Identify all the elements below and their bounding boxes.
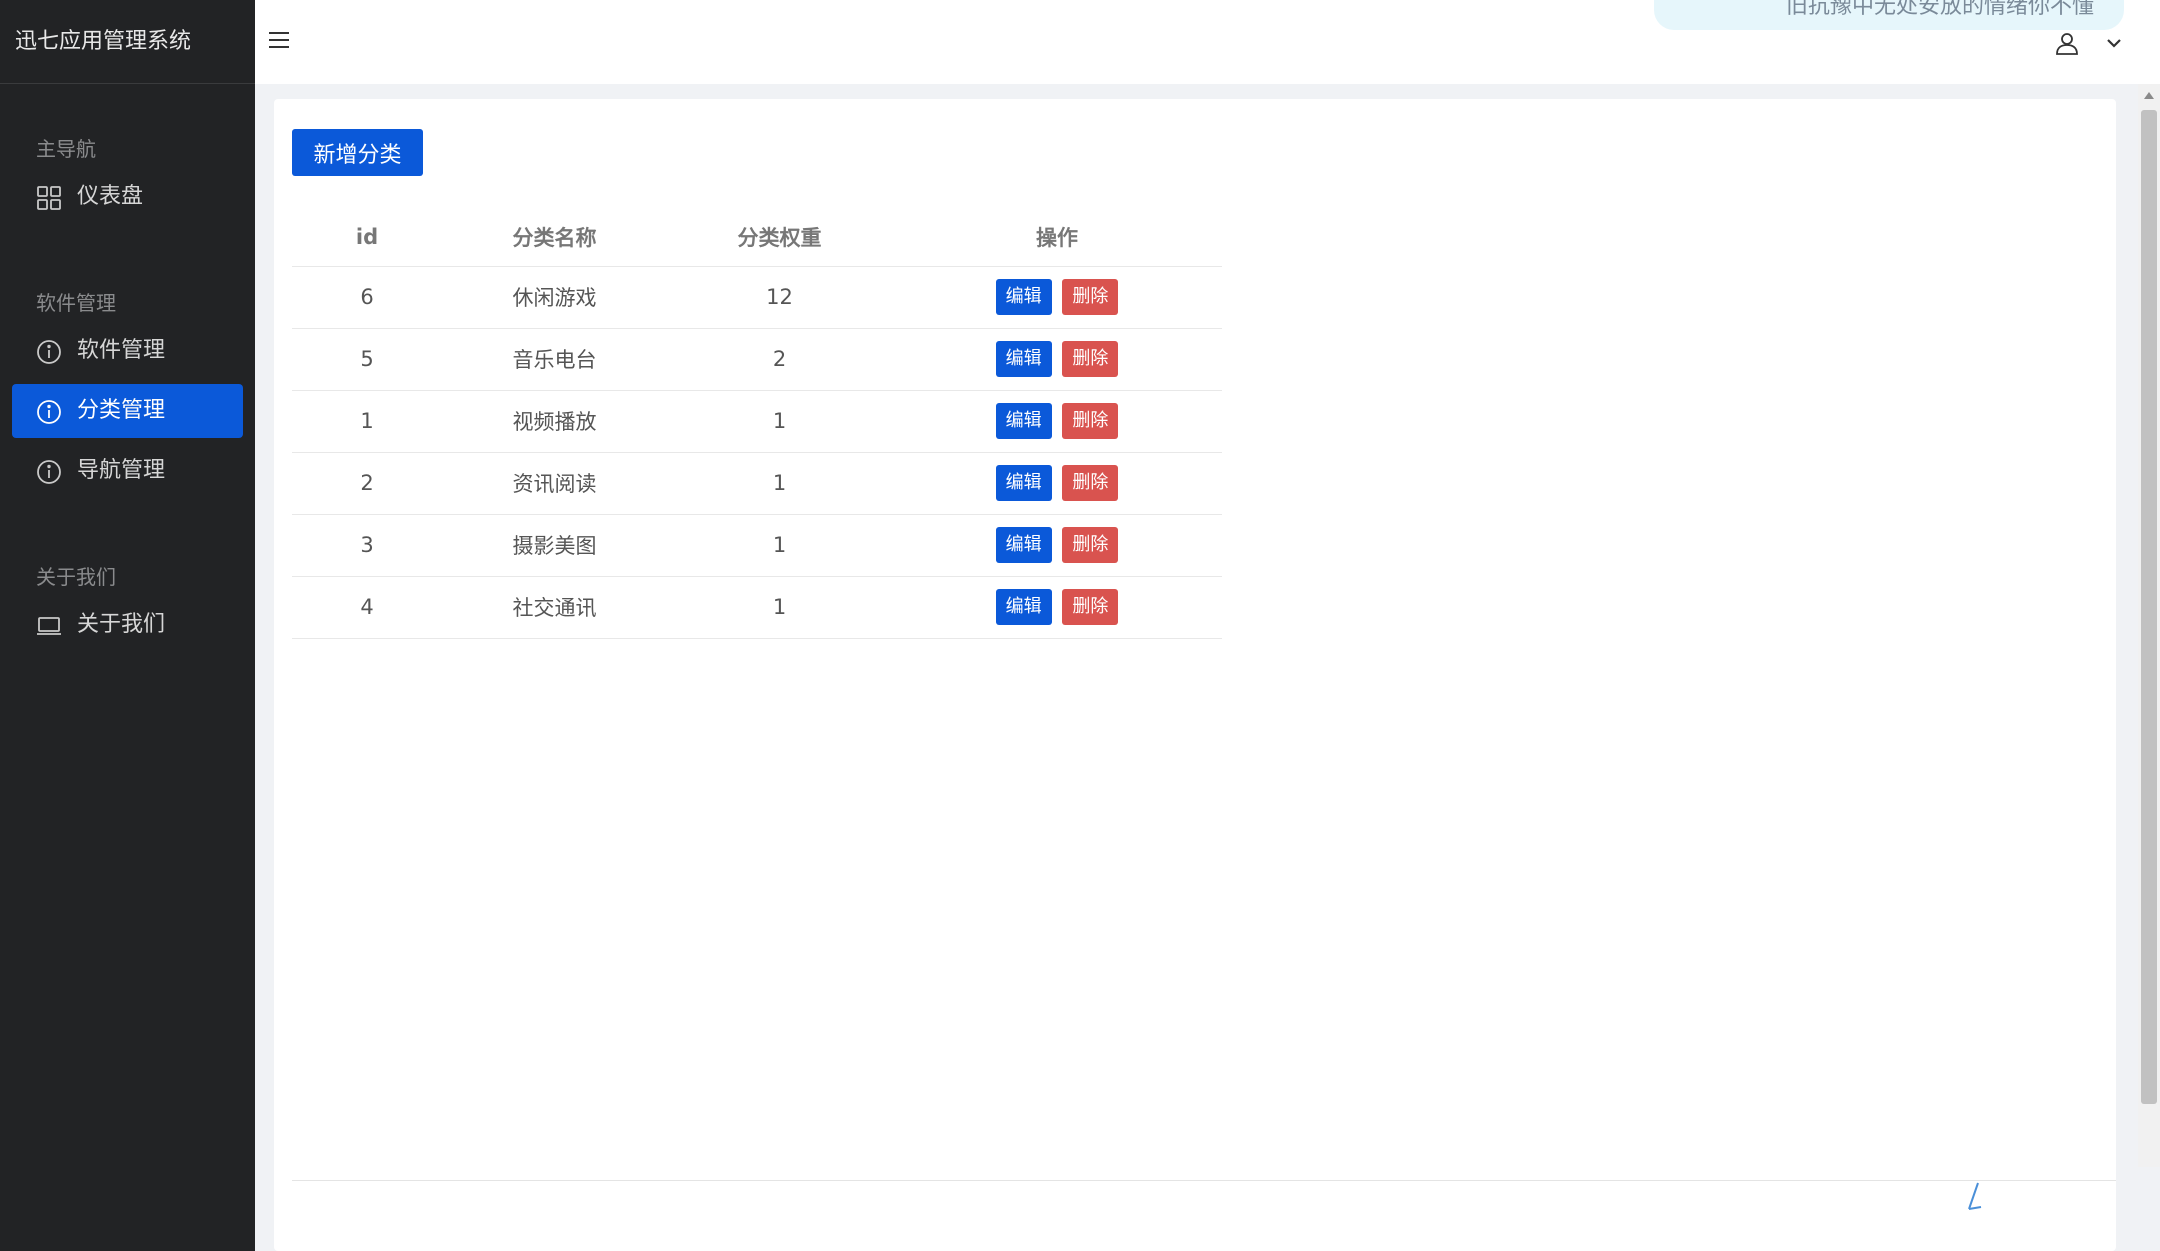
delete-button[interactable]: 删除: [1062, 341, 1119, 377]
sidebar-item-dashboard[interactable]: 仪表盘: [12, 170, 243, 224]
content-card: 新增分类 id 分类名称 分类权重 操作 6 休闲游戏 12 编辑 删除 5 音…: [274, 99, 2116, 1251]
cell-weight: 1: [667, 452, 892, 515]
nav-section-main: 主导航 仪表盘: [0, 128, 255, 224]
vertical-scrollbar[interactable]: [2138, 84, 2160, 1167]
notification-toast: 旧抗豫中无处安放的情绪你不懂: [1654, 0, 2124, 30]
cell-weight: 2: [667, 328, 892, 391]
sidebar-item-label: 关于我们: [77, 612, 166, 637]
delete-button[interactable]: 删除: [1062, 279, 1119, 315]
info-circle-icon: [36, 399, 62, 425]
cell-weight: 1: [667, 576, 892, 639]
column-header-actions: 操作: [892, 208, 1222, 267]
cell-actions: 编辑 删除: [892, 452, 1222, 515]
edit-button[interactable]: 编辑: [995, 279, 1052, 315]
cell-actions: 编辑 删除: [892, 514, 1222, 577]
cell-name: 视频播放: [442, 390, 667, 453]
edit-button[interactable]: 编辑: [995, 589, 1052, 625]
app-root: 迅七应用管理系统 主导航 仪表盘 软件管理 软件管理 分类管理 导航管理 关于我…: [0, 0, 2160, 1251]
nav-section-title: 软件管理: [36, 291, 116, 315]
cell-id: 1: [292, 390, 442, 453]
edit-button[interactable]: 编辑: [995, 403, 1052, 439]
cell-name: 音乐电台: [442, 328, 667, 391]
pen-icon: [1966, 1177, 1982, 1211]
sidebar-item-label: 软件管理: [77, 338, 166, 363]
nav-section-title: 关于我们: [36, 565, 116, 589]
nav-section-title: 主导航: [36, 137, 96, 161]
cell-actions: 编辑 删除: [892, 266, 1222, 329]
edit-button[interactable]: 编辑: [995, 341, 1052, 377]
scrollbar-thumb[interactable]: [2141, 110, 2157, 1104]
user-icon[interactable]: [2054, 30, 2080, 56]
sidebar-item-about[interactable]: 关于我们: [12, 598, 243, 652]
table-row: 1 视频播放 1 编辑 删除: [292, 390, 1222, 453]
cell-name: 休闲游戏: [442, 266, 667, 329]
column-header-weight: 分类权重: [667, 208, 892, 267]
cell-id: 6: [292, 266, 442, 329]
cell-id: 3: [292, 514, 442, 577]
edit-button[interactable]: 编辑: [995, 465, 1052, 501]
grid-icon: [36, 185, 62, 211]
cell-actions: 编辑 删除: [892, 328, 1222, 391]
cell-id: 5: [292, 328, 442, 391]
table-header-row: id 分类名称 分类权重 操作: [292, 208, 1222, 267]
edit-button[interactable]: 编辑: [995, 527, 1052, 563]
table-row: 4 社交通讯 1 编辑 删除: [292, 576, 1222, 639]
menu-toggle-icon[interactable]: [269, 32, 289, 50]
delete-button[interactable]: 删除: [1062, 403, 1119, 439]
cell-id: 2: [292, 452, 442, 515]
column-header-name: 分类名称: [442, 208, 667, 267]
cell-name: 资讯阅读: [442, 452, 667, 515]
sidebar-item-software[interactable]: 软件管理: [12, 324, 243, 378]
cell-weight: 12: [667, 266, 892, 329]
info-circle-icon: [36, 339, 62, 365]
app-title: 迅七应用管理系统: [0, 0, 255, 84]
delete-button[interactable]: 删除: [1062, 465, 1119, 501]
sidebar-item-label: 分类管理: [77, 398, 166, 423]
laptop-icon: [36, 613, 62, 639]
table-row: 6 休闲游戏 12 编辑 删除: [292, 266, 1222, 329]
cell-actions: 编辑 删除: [892, 390, 1222, 453]
nav-section-software: 软件管理 软件管理 分类管理 导航管理: [0, 282, 255, 498]
top-header: 旧抗豫中无处安放的情绪你不懂: [255, 0, 2160, 84]
sidebar-item-navigation[interactable]: 导航管理: [12, 444, 243, 498]
cell-name: 摄影美图: [442, 514, 667, 577]
scroll-up-icon[interactable]: [2144, 92, 2154, 99]
sidebar-item-label: 仪表盘: [77, 184, 144, 209]
sidebar: 迅七应用管理系统 主导航 仪表盘 软件管理 软件管理 分类管理 导航管理 关于我…: [0, 0, 255, 1251]
cell-weight: 1: [667, 390, 892, 453]
column-header-id: id: [292, 208, 442, 267]
table-row: 3 摄影美图 1 编辑 删除: [292, 514, 1222, 577]
delete-button[interactable]: 删除: [1062, 527, 1119, 563]
delete-button[interactable]: 删除: [1062, 589, 1119, 625]
footer-divider: [292, 1180, 2116, 1181]
table-row: 2 资讯阅读 1 编辑 删除: [292, 452, 1222, 515]
cell-id: 4: [292, 576, 442, 639]
category-table: id 分类名称 分类权重 操作 6 休闲游戏 12 编辑 删除 5 音乐电台 2…: [292, 208, 1222, 639]
cell-name: 社交通讯: [442, 576, 667, 639]
cell-actions: 编辑 删除: [892, 576, 1222, 639]
cell-weight: 1: [667, 514, 892, 577]
sidebar-item-category[interactable]: 分类管理: [12, 384, 243, 438]
add-category-button[interactable]: 新增分类: [292, 129, 423, 176]
table-row: 5 音乐电台 2 编辑 删除: [292, 328, 1222, 391]
info-circle-icon: [36, 459, 62, 485]
sidebar-item-label: 导航管理: [77, 458, 166, 483]
chevron-down-icon[interactable]: [2105, 34, 2123, 52]
nav-section-about: 关于我们 关于我们: [0, 556, 255, 652]
